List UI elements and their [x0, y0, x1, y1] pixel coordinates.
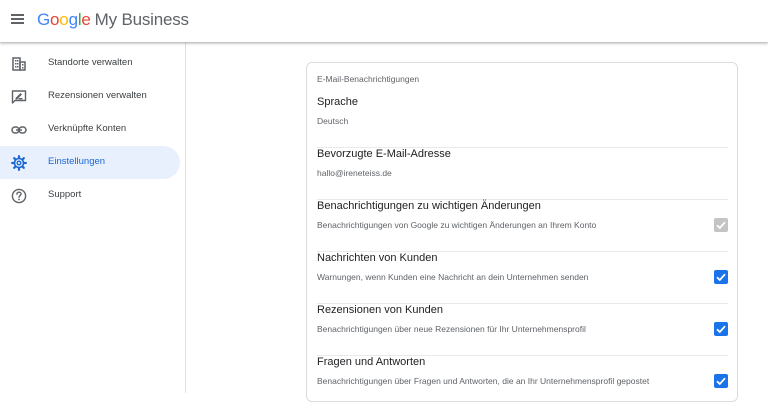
setting-title: Nachrichten von Kunden — [317, 252, 438, 264]
sidebar-item-rezensionen[interactable]: Rezensionen verwalten — [0, 80, 180, 113]
sidebar-item-label: Standorte verwalten — [48, 57, 133, 68]
setting-description: Benachrichtigungen über Fragen und Antwo… — [317, 376, 650, 386]
help-circle-icon — [11, 188, 27, 204]
setting-title: Benachrichtigungen zu wichtigen Änderung… — [317, 200, 541, 212]
sidebar-item-label: Verknüpfte Konten — [48, 123, 127, 134]
sidebar-item-label: Rezensionen verwalten — [48, 90, 147, 101]
setting-row-customer-messages: Nachrichten von Kunden Warnungen, wenn K… — [317, 252, 728, 304]
check-icon — [716, 221, 726, 230]
building-icon — [12, 57, 26, 71]
setting-description: Benachrichtigungen von Google zu wichtig… — [317, 220, 597, 230]
sidebar-item-konten[interactable]: Verknüpfte Konten — [0, 113, 180, 146]
customer-messages-checkbox[interactable] — [714, 270, 728, 284]
questions-answers-checkbox[interactable] — [714, 374, 728, 388]
sidebar-item-label: Support — [48, 189, 82, 200]
setting-title: Bevorzugte E-Mail-Adresse — [317, 148, 451, 160]
setting-title: Sprache — [317, 96, 358, 108]
top-app-bar: Google My Business — [0, 0, 768, 42]
section-title: E-Mail-Benachrichtigungen — [317, 74, 420, 84]
setting-row-language[interactable]: Sprache Deutsch — [317, 96, 728, 148]
setting-title: Rezensionen von Kunden — [317, 304, 443, 316]
check-icon — [716, 273, 726, 282]
setting-value: hallo@ireneteiss.de — [317, 168, 392, 178]
sidebar-item-einstellungen[interactable]: Einstellungen — [0, 146, 180, 179]
sidebar-nav: Standorte verwalten Rezensionen verwalte… — [0, 42, 186, 393]
check-icon — [716, 377, 726, 386]
setting-row-important-changes: Benachrichtigungen zu wichtigen Änderung… — [317, 200, 728, 252]
customer-reviews-checkbox[interactable] — [714, 322, 728, 336]
setting-description: Warnungen, wenn Kunden eine Nachricht an… — [317, 272, 589, 282]
important-changes-checkbox — [714, 218, 728, 232]
link-icon — [11, 126, 27, 134]
google-my-business-logo[interactable]: Google My Business — [37, 10, 189, 30]
logo-brand: Google — [37, 10, 91, 29]
email-notifications-card: E-Mail-Benachrichtigungen Sprache Deutsc… — [306, 62, 738, 402]
setting-description: Benachrichtigungen über neue Rezensionen… — [317, 324, 586, 334]
setting-row-questions-answers: Fragen und Antworten Benachrichtigungen … — [317, 356, 728, 408]
sidebar-item-support[interactable]: Support — [0, 179, 180, 212]
setting-value: Deutsch — [317, 116, 349, 126]
main-content: E-Mail-Benachrichtigungen Sprache Deutsc… — [187, 42, 768, 402]
setting-row-customer-reviews: Rezensionen von Kunden Benachrichtigunge… — [317, 304, 728, 356]
hamburger-menu-icon[interactable] — [10, 12, 26, 28]
logo-product: My Business — [94, 10, 189, 29]
check-icon — [716, 325, 726, 334]
review-edit-icon — [11, 90, 27, 104]
setting-title: Fragen und Antworten — [317, 356, 426, 368]
setting-row-email[interactable]: Bevorzugte E-Mail-Adresse hallo@irenetei… — [317, 148, 728, 200]
gear-icon — [11, 155, 27, 171]
sidebar-item-standorte[interactable]: Standorte verwalten — [0, 47, 180, 80]
sidebar-item-label: Einstellungen — [48, 156, 106, 167]
